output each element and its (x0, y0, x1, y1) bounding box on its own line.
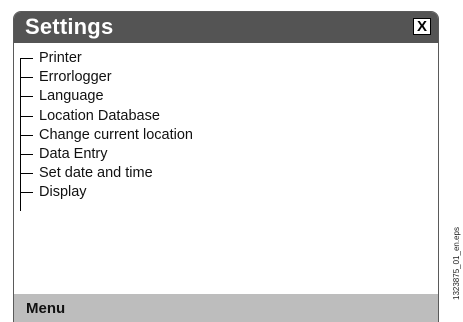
window-title: Settings (25, 14, 114, 39)
tree-item-data-entry[interactable]: Data Entry (20, 146, 193, 165)
tree-item-change-current-location[interactable]: Change current location (20, 127, 193, 146)
menu-bar: Menu (14, 294, 438, 322)
close-button[interactable]: X (413, 18, 431, 35)
menu-button[interactable]: Menu (26, 300, 65, 317)
tree-item-display[interactable]: Display (20, 184, 193, 203)
tree-item-errorlogger[interactable]: Errorlogger (20, 69, 193, 88)
settings-tree: Printer Errorlogger Language Location Da… (20, 50, 193, 211)
title-bar: Settings X (14, 12, 438, 43)
tree-item-set-date-and-time[interactable]: Set date and time (20, 165, 193, 184)
figure-caption: 1323875_01_en.eps (452, 227, 461, 300)
tree-item-location-database[interactable]: Location Database (20, 108, 193, 127)
tree-item-printer[interactable]: Printer (20, 50, 193, 69)
settings-window: Settings X Printer Errorlogger Language … (13, 11, 439, 322)
tree-item-language[interactable]: Language (20, 88, 193, 107)
